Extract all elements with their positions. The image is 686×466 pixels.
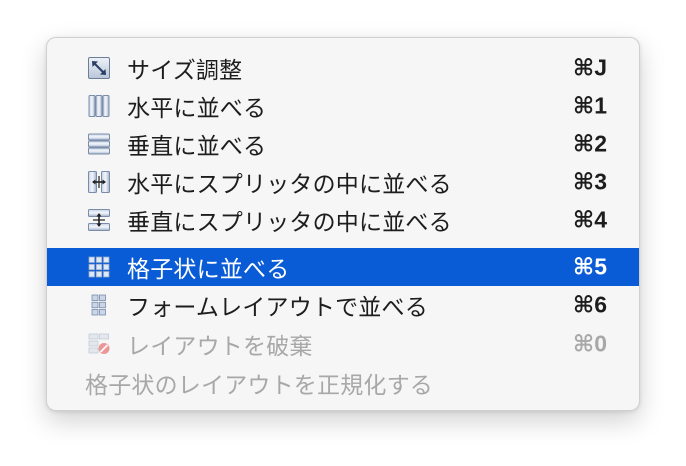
grid-layout-icon — [87, 255, 111, 279]
menu-item-lay-out-in-grid[interactable]: 格子状に並べる ⌘5 — [47, 248, 639, 286]
menu-item-shortcut: ⌘3 — [572, 168, 607, 195]
menu-item-label: レイアウトを破棄 — [127, 334, 313, 360]
menu-item-lay-out-in-form[interactable]: フォームレイアウトで並べる ⌘6 — [47, 286, 639, 324]
vertical-layout-icon — [87, 132, 111, 156]
menu-item-label: 水平に並べる — [127, 96, 267, 122]
menu-item-simplify-grid-layout: 格子状のレイアウトを正規化する — [47, 364, 639, 402]
menu-item-shortcut: ⌘2 — [572, 130, 607, 157]
context-menu: サイズ調整 ⌘J 水平に並べる ⌘1 垂直に並べる ⌘2 水平にスプリッタの中に… — [46, 37, 640, 411]
resize-icon — [87, 56, 111, 80]
vertical-splitter-icon — [87, 208, 111, 232]
menu-item-horizontal-splitter[interactable]: 水平にスプリッタの中に並べる ⌘3 — [47, 163, 639, 201]
menu-item-adjust-size[interactable]: サイズ調整 ⌘J — [47, 49, 639, 87]
menu-item-shortcut: ⌘6 — [572, 291, 607, 318]
break-layout-icon — [87, 332, 111, 356]
menu-item-label: 垂直に並べる — [127, 134, 267, 160]
menu-item-shortcut: ⌘4 — [572, 206, 607, 233]
horizontal-layout-icon — [87, 94, 111, 118]
menu-item-shortcut: ⌘5 — [572, 253, 607, 280]
menu-item-vertical-splitter[interactable]: 垂直にスプリッタの中に並べる ⌘4 — [47, 201, 639, 239]
menu-item-label: 格子状のレイアウトを正規化する — [85, 373, 433, 399]
menu-item-label: フォームレイアウトで並べる — [127, 295, 428, 321]
menu-item-label: 垂直にスプリッタの中に並べる — [127, 210, 452, 236]
menu-item-shortcut: ⌘J — [572, 54, 607, 81]
form-layout-icon — [87, 293, 111, 317]
menu-item-label: 水平にスプリッタの中に並べる — [127, 172, 452, 198]
horizontal-splitter-icon — [87, 170, 111, 194]
menu-item-shortcut: ⌘0 — [572, 330, 607, 357]
menu-item-label: 格子状に並べる — [127, 257, 290, 283]
menu-item-label: サイズ調整 — [127, 58, 243, 84]
menu-item-lay-out-horizontally[interactable]: 水平に並べる ⌘1 — [47, 87, 639, 125]
menu-item-shortcut: ⌘1 — [572, 92, 607, 119]
menu-item-break-layout: レイアウトを破棄 ⌘0 — [47, 325, 639, 363]
menu-item-lay-out-vertically[interactable]: 垂直に並べる ⌘2 — [47, 125, 639, 163]
